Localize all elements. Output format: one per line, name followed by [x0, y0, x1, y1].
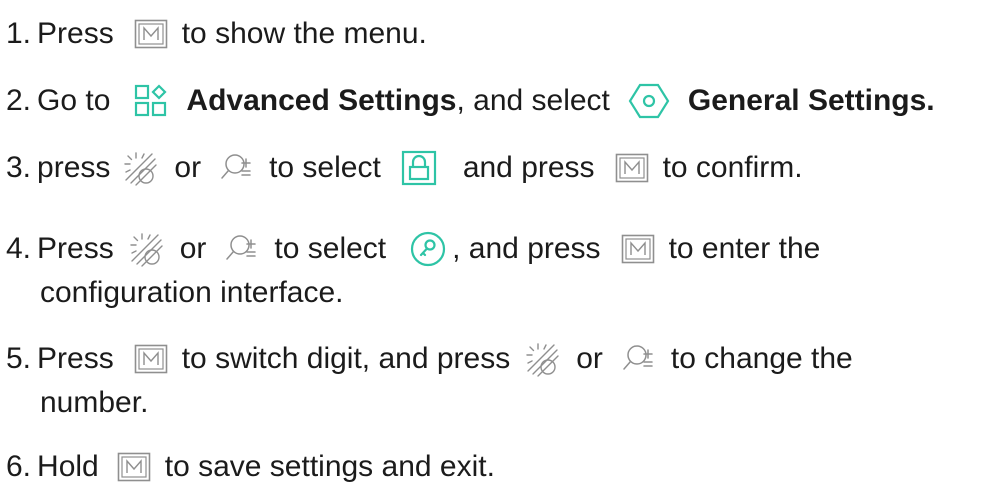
- step-text: to confirm.: [662, 151, 803, 184]
- step-text: , and select: [456, 84, 610, 117]
- zoom-icon: [219, 151, 259, 185]
- step-number: 3.: [6, 151, 32, 184]
- step-text: or: [179, 232, 207, 265]
- step-text: to select: [274, 232, 387, 265]
- m-button-icon: [621, 234, 655, 264]
- step-1: 1. Press to show the menu.: [6, 16, 427, 52]
- advanced-settings-icon: [134, 84, 168, 118]
- step-text: Go to: [37, 84, 111, 117]
- step-text: to select: [269, 151, 381, 184]
- step-text: Press: [37, 232, 114, 265]
- step-number: 6.: [6, 450, 32, 483]
- step-text: number.: [40, 386, 149, 419]
- lock-icon: [401, 150, 437, 186]
- step-number: 2.: [6, 84, 32, 117]
- step-text: to enter the: [668, 232, 821, 265]
- step-5: 5. Press to switch digit, and press or t…: [6, 341, 853, 421]
- step-text: and press: [462, 151, 595, 184]
- general-settings-label: General Settings.: [687, 84, 935, 117]
- step-text: to change the: [670, 342, 853, 375]
- step-number: 4.: [6, 232, 32, 265]
- key-icon: [410, 231, 446, 267]
- brightness-icon: [122, 150, 158, 186]
- brightness-icon: [524, 341, 560, 377]
- brightness-icon: [128, 231, 164, 267]
- step-text: Press: [37, 342, 114, 375]
- m-button-icon: [134, 19, 168, 49]
- advanced-settings-label: Advanced Settings: [186, 84, 457, 117]
- general-settings-icon: [628, 83, 670, 119]
- instruction-list: 1. Press to show the menu. 2. Go to Adva…: [0, 0, 982, 483]
- step-text: to show the menu.: [181, 17, 427, 50]
- zoom-icon: [621, 342, 661, 376]
- m-button-icon: [117, 452, 151, 482]
- step-number: 1.: [6, 17, 32, 50]
- step-text: Press: [37, 17, 114, 50]
- step-2: 2. Go to Advanced Settings , and select …: [6, 83, 935, 119]
- step-number: 5.: [6, 342, 32, 375]
- step-3: 3. press or to select and press to confi…: [6, 150, 803, 186]
- step-6: 6. Hold to save settings and exit.: [6, 449, 495, 485]
- step-text: to save settings and exit.: [164, 450, 495, 483]
- m-button-icon: [134, 344, 168, 374]
- step-text: , and press: [452, 232, 601, 265]
- step-text: press: [37, 151, 111, 184]
- step-text: to switch digit, and press: [181, 342, 511, 375]
- step-4: 4. Press or to select , and press to ent…: [6, 231, 820, 311]
- step-text: or: [576, 342, 603, 375]
- step-text: or: [174, 151, 202, 184]
- m-button-icon: [615, 153, 649, 183]
- step-text: configuration interface.: [40, 276, 344, 309]
- step-text: Hold: [37, 450, 99, 483]
- zoom-icon: [224, 232, 264, 266]
